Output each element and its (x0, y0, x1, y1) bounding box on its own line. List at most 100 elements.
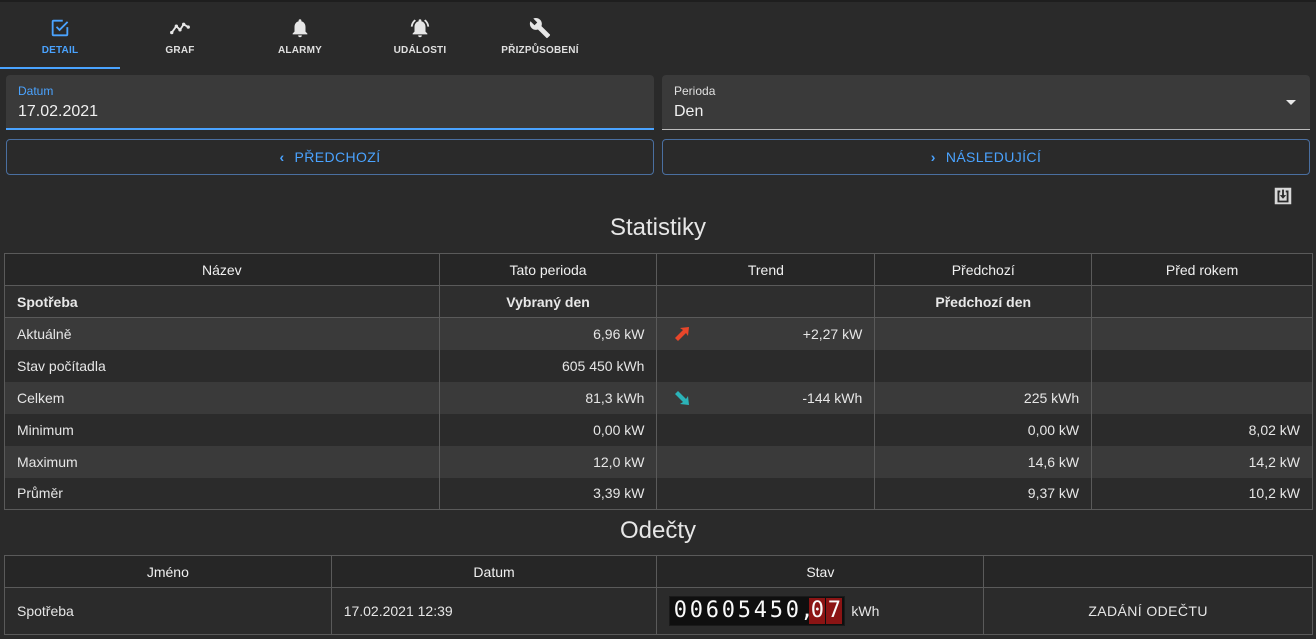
table-row: Minimum 0,00 kW 0,00 kW 8,02 kW (4, 413, 1313, 446)
tab-prizpusobeni[interactable]: PŘIZPŮSOBENÍ (480, 4, 600, 68)
tab-graf[interactable]: GRAF (120, 4, 240, 68)
current-value: 12,0 kW (438, 445, 658, 478)
meter-decimal-digit: 0 (809, 598, 826, 624)
column-header: Datum (330, 555, 658, 588)
year-ago-value (1091, 381, 1313, 414)
readings-table: Jméno Datum Stav Spotřeba 17.02.2021 12:… (4, 555, 1313, 635)
meter-digit: 6 (705, 598, 720, 623)
meter-cell: 00605450,07 kWh (656, 587, 985, 635)
meter-digit: 4 (753, 598, 768, 623)
column-header: Název (4, 253, 440, 286)
meter-decimal-digit: 7 (826, 598, 843, 624)
meter-digit: 0 (689, 598, 704, 623)
column-header (983, 555, 1313, 588)
table-row: Celkem 81,3 kWh -144 kWh 225 kWh (4, 381, 1313, 414)
statistics-header-row: Název Tato perioda Trend Předchozí Před … (4, 253, 1313, 286)
period-select-label: Perioda (674, 84, 716, 98)
next-button[interactable]: › NÁSLEDUJÍCÍ (662, 139, 1310, 175)
meter-digit: 5 (769, 598, 784, 623)
year-ago-value (1091, 317, 1313, 350)
table-row: Spotřeba 17.02.2021 12:39 00605450,07 kW… (4, 587, 1313, 635)
row-name: Minimum (4, 413, 440, 446)
trend-cell: +2,27 kW (656, 317, 876, 350)
previous-value: 0,00 kW (874, 413, 1093, 446)
tab-alarmy[interactable]: ALARMY (240, 4, 360, 68)
row-name: Aktuálně (4, 317, 440, 350)
chevron-left-icon: ‹ (279, 149, 285, 165)
row-name: Maximum (4, 445, 440, 478)
table-row: Aktuálně 6,96 kW +2,27 kW (4, 317, 1313, 350)
subheader-cell: Vybraný den (438, 285, 658, 318)
trend-value (656, 349, 876, 382)
tab-label: UDÁLOSTI (393, 44, 447, 56)
statistics-subheader-row: Spotřeba Vybraný den Předchozí den (4, 285, 1313, 318)
meter-unit: kWh (851, 603, 880, 619)
previous-value (874, 317, 1093, 350)
dropdown-arrow-icon[interactable] (1286, 100, 1296, 105)
trend-value: +2,27 kW (802, 325, 863, 342)
row-name: Stav počítadla (4, 349, 440, 382)
tab-detail[interactable]: DETAIL (0, 4, 120, 69)
trend-cell: -144 kWh (656, 381, 876, 414)
table-row: Maximum 12,0 kW 14,6 kW 14,2 kW (4, 445, 1313, 478)
trend-value (656, 445, 876, 478)
trend-down-arrow-icon (675, 390, 690, 405)
tab-label: DETAIL (41, 44, 79, 56)
statistics-title: Statistiky (609, 214, 707, 241)
column-header: Tato perioda (438, 253, 658, 286)
previous-value: 225 kWh (874, 381, 1093, 414)
current-value: 3,39 kW (438, 477, 658, 510)
enter-reading-button[interactable]: ZADÁNÍ ODEČTU (983, 587, 1313, 635)
meter-display: 00605450,07 kWh (669, 596, 971, 626)
table-row: Průměr 3,39 kW 9,37 kW 10,2 kW (4, 477, 1313, 510)
readings-title: Odečty (619, 517, 697, 544)
previous-value (874, 349, 1093, 382)
next-button-label: NÁSLEDUJÍCÍ (945, 149, 1042, 165)
export-download-icon[interactable] (1272, 185, 1294, 207)
statistics-table: Název Tato perioda Trend Předchozí Před … (4, 253, 1313, 510)
meter-digit: 5 (737, 598, 752, 623)
trend-value (656, 413, 876, 446)
meter-digit: 0 (721, 598, 736, 623)
column-header: Trend (656, 253, 876, 286)
current-value: 605 450 kWh (438, 349, 658, 382)
tab-label: PŘIZPŮSOBENÍ (501, 44, 579, 56)
subheader-cell (656, 285, 876, 318)
subheader-cell: Předchozí den (874, 285, 1093, 318)
year-ago-value: 8,02 kW (1091, 413, 1313, 446)
date-field-value[interactable]: 17.02.2021 (18, 103, 642, 121)
period-select[interactable]: Perioda Den (662, 75, 1310, 130)
previous-value: 14,6 kW (874, 445, 1093, 478)
date-field[interactable]: Datum 17.02.2021 (6, 75, 654, 130)
top-border (0, 0, 1316, 2)
bell-icon (292, 18, 308, 37)
tab-label: ALARMY (278, 44, 322, 56)
current-value: 0,00 kW (438, 413, 658, 446)
year-ago-value: 10,2 kW (1091, 477, 1313, 510)
year-ago-value: 14,2 kW (1091, 445, 1313, 478)
column-header: Předchozí (874, 253, 1093, 286)
table-row: Stav počítadla 605 450 kWh (4, 349, 1313, 382)
reading-date: 17.02.2021 12:39 (330, 587, 658, 635)
chevron-right-icon: › (930, 149, 936, 165)
trend-value: -144 kWh (802, 389, 863, 406)
readings-header-row: Jméno Datum Stav (4, 555, 1313, 588)
meter-separator: , (800, 598, 814, 623)
checkbox-edit-icon (51, 19, 69, 36)
bell-ring-icon (410, 18, 430, 37)
meter-digit: 0 (673, 598, 688, 623)
wrench-icon (529, 17, 551, 38)
subheader-cell (1091, 285, 1313, 318)
tab-label: GRAF (165, 44, 195, 56)
previous-button[interactable]: ‹ PŘEDCHOZÍ (6, 139, 654, 175)
tab-bar: DETAIL GRAF ALARMY UDÁLOSTI PŘIZPŮSOBENÍ (0, 4, 600, 69)
trend-value (656, 477, 876, 510)
current-value: 81,3 kWh (438, 381, 658, 414)
column-header: Stav (656, 555, 985, 588)
previous-value: 9,37 kW (874, 477, 1093, 510)
row-name: Celkem (4, 381, 440, 414)
column-header: Jméno (4, 555, 332, 588)
meter-digits: 00605450,07 (669, 596, 846, 626)
tab-udalosti[interactable]: UDÁLOSTI (360, 4, 480, 68)
current-value: 6,96 kW (438, 317, 658, 350)
